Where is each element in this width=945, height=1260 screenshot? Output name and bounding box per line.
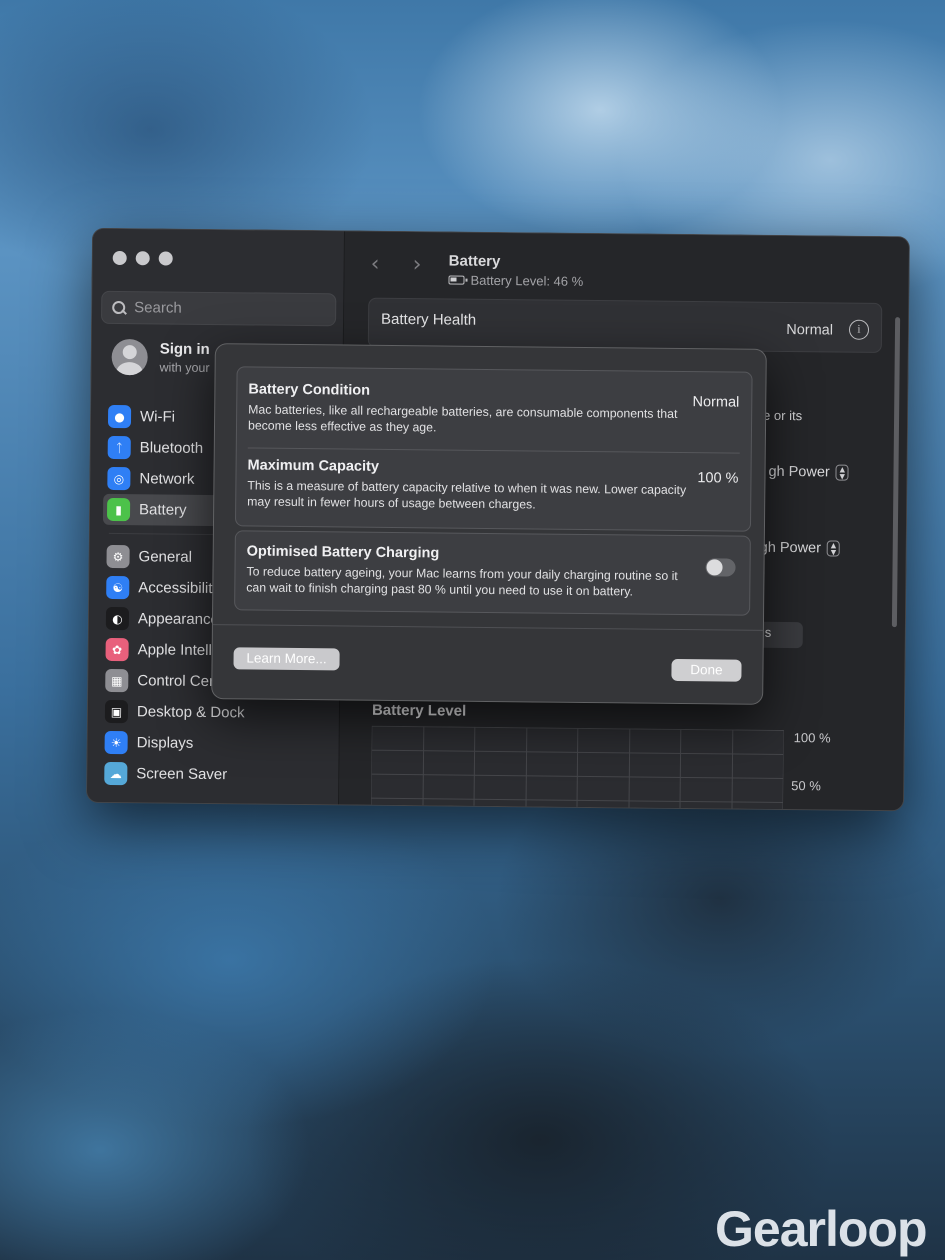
maximum-capacity-title: Maximum Capacity <box>247 457 380 475</box>
scrollbar[interactable] <box>891 317 901 628</box>
info-icon[interactable]: i <box>848 319 870 340</box>
account-title: Sign in <box>159 340 210 358</box>
battery-icon: ▮ <box>106 497 131 522</box>
battery-level-chart-title: Battery Level <box>371 701 467 720</box>
minimize-window-button[interactable] <box>135 251 150 266</box>
desktop-dock-icon: ▣ <box>104 699 129 724</box>
window-controls <box>112 250 173 266</box>
battery-level-status: Battery Level: 46 % <box>448 272 584 289</box>
learn-more-button[interactable]: Learn More... <box>233 647 340 671</box>
sidebar-item-label: Battery <box>138 501 187 519</box>
wifi-icon: ● <box>107 404 132 429</box>
battery-condition-value: Normal <box>692 394 740 411</box>
sidebar-item-screen-saver[interactable]: ☁ Screen Saver <box>100 758 332 791</box>
optimised-charging-description: To reduce battery ageing, your Mac learn… <box>246 564 678 599</box>
sidebar-item-desktop-dock[interactable]: ▣ Desktop & Dock <box>101 696 333 729</box>
search-icon <box>112 300 126 314</box>
maximum-capacity-description: This is a measure of battery capacity re… <box>247 478 687 512</box>
avatar <box>111 338 148 376</box>
sidebar-item-label: Appearance <box>137 610 219 629</box>
partial-description-text: e or its <box>763 407 803 424</box>
zoom-window-button[interactable] <box>158 251 173 266</box>
screen-saver-icon: ☁ <box>104 761 128 786</box>
maximum-capacity-value: 100 % <box>697 470 739 487</box>
optimised-charging-toggle[interactable] <box>705 558 736 577</box>
optimised-charging-group: Optimised Battery Charging To reduce bat… <box>234 530 751 616</box>
battery-level-icon <box>448 275 465 285</box>
y-tick-label-100: 100 % <box>793 730 831 746</box>
account-subtitle: with your <box>159 360 210 375</box>
sidebar-item-label: General <box>138 548 193 566</box>
accessibility-icon: ☯ <box>106 575 130 600</box>
battery-health-sheet: Battery Condition Normal Mac batteries, … <box>211 343 767 705</box>
toggle-knob <box>706 559 723 576</box>
sidebar-item-label: Wi-Fi <box>139 408 176 426</box>
sidebar-item-label: Accessibility <box>138 579 221 598</box>
energy-mode-popup-2[interactable]: gh Power ▲ ▼ <box>759 539 841 557</box>
y-tick-label-50: 50 % <box>791 778 821 794</box>
search-field[interactable] <box>101 290 337 327</box>
gearloop-watermark-logo: Gearloop <box>715 1201 927 1257</box>
group-separator <box>247 447 740 454</box>
chevron-up-down-icon: ▲ ▼ <box>826 540 841 557</box>
displays-icon: ☀ <box>104 730 128 755</box>
back-button[interactable]: ‹ <box>371 252 380 277</box>
optimised-charging-title: Optimised Battery Charging <box>246 543 440 562</box>
gear-icon: ⚙ <box>106 544 130 569</box>
sidebar-item-label: Desktop & Dock <box>136 703 245 722</box>
battery-level-chart <box>370 725 784 811</box>
energy-mode-value: gh Power <box>768 463 830 481</box>
battery-level-text: Battery Level: 46 % <box>470 272 584 289</box>
done-button[interactable]: Done <box>671 658 742 682</box>
segment-label: s <box>764 624 772 640</box>
chevron-up-down-icon: ▲ ▼ <box>835 464 849 481</box>
sidebar-item-label: Displays <box>136 734 194 752</box>
account-row[interactable]: Sign in with your <box>111 338 210 376</box>
sidebar-item-label: Network <box>139 470 195 488</box>
sidebar-item-displays[interactable]: ☀ Displays <box>100 727 332 760</box>
search-input[interactable] <box>134 299 315 319</box>
energy-mode-value: gh Power <box>759 539 822 557</box>
battery-info-group: Battery Condition Normal Mac batteries, … <box>234 366 753 532</box>
page-title: Battery <box>448 252 501 271</box>
sheet-footer-divider <box>212 624 763 631</box>
apple-intelligence-icon: ✿ <box>105 637 129 662</box>
forward-button[interactable]: › <box>413 252 422 277</box>
sidebar-item-label: Screen Saver <box>136 765 228 784</box>
energy-mode-popup-1[interactable]: gh Power ▲ ▼ <box>768 463 849 481</box>
battery-condition-description: Mac batteries, like all rechargeable bat… <box>247 402 678 435</box>
globe-icon: ◎ <box>107 466 131 491</box>
battery-health-value: Normal <box>786 322 834 339</box>
toolbar: ‹ › Battery Battery Level: 46 % <box>344 231 909 299</box>
control-centre-icon: ▦ <box>105 668 129 693</box>
battery-condition-title: Battery Condition <box>248 381 371 399</box>
appearance-icon: ◐ <box>105 606 130 631</box>
close-window-button[interactable] <box>112 250 127 266</box>
bluetooth-icon: ᛏ <box>107 435 131 460</box>
sidebar-item-label: Bluetooth <box>139 439 204 457</box>
battery-health-label: Battery Health <box>381 310 477 329</box>
